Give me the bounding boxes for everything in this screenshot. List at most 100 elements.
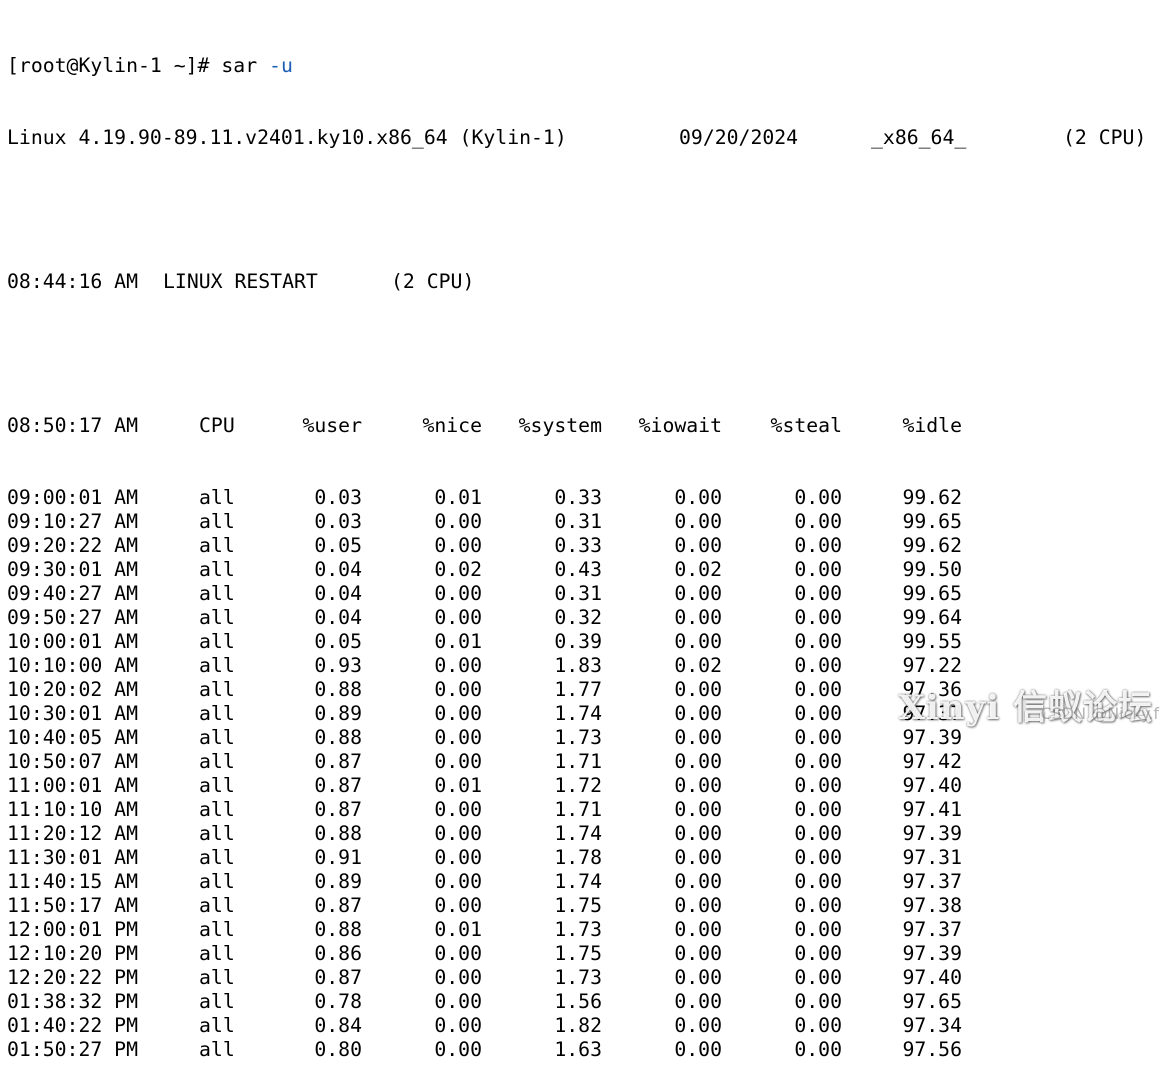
cell-nice: 0.00: [434, 702, 482, 725]
cell-iowait: 0.00: [674, 870, 722, 893]
cell-iowait: 0.00: [674, 1038, 722, 1061]
cell-steal: 0.00: [794, 942, 842, 965]
cell-time: 09:40:27 AM: [7, 582, 139, 605]
system-info-line: Linux 4.19.90-89.11.v2401.ky10.x86_64 (K…: [7, 126, 1146, 150]
cell-system: 1.75: [554, 942, 602, 965]
cell-nice: 0.02: [434, 558, 482, 581]
watermark-credit: CSDN @Nicky.f: [1040, 704, 1159, 723]
cell-steal: 0.00: [794, 774, 842, 797]
cell-nice: 0.00: [434, 750, 482, 773]
header-nice: %nice: [422, 414, 482, 437]
cell-idle: 97.37: [902, 918, 962, 941]
cell-iowait: 0.00: [674, 822, 722, 845]
cell-steal: 0.00: [794, 558, 842, 581]
cell-cpu: all: [199, 486, 235, 509]
restart-label: LINUX RESTART: [163, 270, 318, 293]
cell-time: 10:00:01 AM: [7, 630, 139, 653]
cell-nice: 0.00: [434, 510, 482, 533]
cell-time: 01:50:27 PM: [7, 1038, 139, 1061]
table-row: 01:38:32 PM all 0.78 0.00 1.56 0.00 0.00 97.65: [7, 990, 1146, 1014]
cell-cpu: all: [199, 822, 235, 845]
cell-time: 12:20:22 PM: [7, 966, 139, 989]
cell-user: 0.87: [314, 966, 362, 989]
cell-idle: 97.22: [902, 654, 962, 677]
cell-time: 09:20:22 AM: [7, 534, 139, 557]
table-row: 01:40:22 PM all 0.84 0.00 1.82 0.00 0.00 97.34: [7, 1014, 1146, 1038]
cell-user: 0.91: [314, 846, 362, 869]
cell-nice: 0.00: [434, 582, 482, 605]
cell-steal: 0.00: [794, 702, 842, 725]
cell-time: 11:10:10 AM: [7, 798, 139, 821]
restart-line: 08:44:16 AM LINUX RESTART (2 CPU): [7, 270, 1146, 294]
cell-cpu: all: [199, 630, 235, 653]
cell-time: 11:30:01 AM: [7, 846, 139, 869]
cell-nice: 0.00: [434, 678, 482, 701]
cell-system: 0.33: [554, 486, 602, 509]
cell-user: 0.93: [314, 654, 362, 677]
cell-iowait: 0.00: [674, 534, 722, 557]
terminal-output[interactable]: [root@Kylin-1 ~]# sar -u Linux 4.19.90-8…: [7, 6, 1146, 1086]
cell-cpu: all: [199, 942, 235, 965]
cell-user: 0.89: [314, 870, 362, 893]
cell-iowait: 0.00: [674, 846, 722, 869]
cell-user: 0.05: [314, 630, 362, 653]
header-steal: %steal: [770, 414, 842, 437]
cell-cpu: all: [199, 798, 235, 821]
cell-nice: 0.01: [434, 486, 482, 509]
cell-nice: 0.00: [434, 606, 482, 629]
cell-iowait: 0.00: [674, 606, 722, 629]
cell-idle: 97.31: [902, 846, 962, 869]
cell-steal: 0.00: [794, 966, 842, 989]
cell-time: 01:38:32 PM: [7, 990, 139, 1013]
cell-system: 1.71: [554, 750, 602, 773]
cell-iowait: 0.00: [674, 774, 722, 797]
cell-system: 0.31: [554, 582, 602, 605]
cell-steal: 0.00: [794, 918, 842, 941]
cell-system: 1.74: [554, 822, 602, 845]
table-row: 09:50:27 AM all 0.04 0.00 0.32 0.00 0.00 99.64: [7, 606, 1146, 630]
cell-nice: 0.00: [434, 1038, 482, 1061]
cell-steal: 0.00: [794, 822, 842, 845]
cell-iowait: 0.00: [674, 630, 722, 653]
table-row: 11:00:01 AM all 0.87 0.01 1.72 0.00 0.00 97.40: [7, 774, 1146, 798]
cell-steal: 0.00: [794, 1038, 842, 1061]
cell-steal: 0.00: [794, 846, 842, 869]
cell-idle: 97.39: [902, 822, 962, 845]
table-row: 12:10:20 PM all 0.86 0.00 1.75 0.00 0.00 97.39: [7, 942, 1146, 966]
cell-user: 0.04: [314, 606, 362, 629]
cell-idle: 99.65: [902, 582, 962, 605]
cell-time: 09:30:01 AM: [7, 558, 139, 581]
cell-cpu: all: [199, 534, 235, 557]
cell-user: 0.03: [314, 486, 362, 509]
table-row: 12:20:22 PM all 0.87 0.00 1.73 0.00 0.00 97.40: [7, 966, 1146, 990]
cell-time: 12:00:01 PM: [7, 918, 139, 941]
cell-iowait: 0.00: [674, 798, 722, 821]
cell-system: 1.73: [554, 918, 602, 941]
table-row: 09:20:22 AM all 0.05 0.00 0.33 0.00 0.00 99.62: [7, 534, 1146, 558]
table-row: 10:50:07 AM all 0.87 0.00 1.71 0.00 0.00 97.42: [7, 750, 1146, 774]
cell-nice: 0.01: [434, 630, 482, 653]
cell-iowait: 0.00: [674, 702, 722, 725]
cell-idle: 97.42: [902, 750, 962, 773]
cell-steal: 0.00: [794, 654, 842, 677]
cell-system: 1.63: [554, 1038, 602, 1061]
cell-steal: 0.00: [794, 486, 842, 509]
cell-iowait: 0.00: [674, 1014, 722, 1037]
cpu-count: (2 CPU): [1063, 126, 1147, 149]
header-system: %system: [518, 414, 602, 437]
architecture: _x86_64_: [871, 126, 967, 149]
cell-cpu: all: [199, 606, 235, 629]
cell-user: 0.05: [314, 534, 362, 557]
cell-iowait: 0.00: [674, 918, 722, 941]
cell-user: 0.88: [314, 822, 362, 845]
cell-time: 11:00:01 AM: [7, 774, 139, 797]
cell-cpu: all: [199, 750, 235, 773]
cell-time: 11:40:15 AM: [7, 870, 139, 893]
cell-iowait: 0.00: [674, 894, 722, 917]
cell-system: 1.73: [554, 966, 602, 989]
cell-nice: 0.00: [434, 966, 482, 989]
cell-cpu: all: [199, 558, 235, 581]
table-row: 10:10:00 AM all 0.93 0.00 1.83 0.02 0.00 97.22: [7, 654, 1146, 678]
restart-time: 08:44:16 AM: [7, 270, 139, 293]
kernel-info: Linux 4.19.90-89.11.v2401.ky10.x86_64 (K…: [7, 126, 567, 149]
